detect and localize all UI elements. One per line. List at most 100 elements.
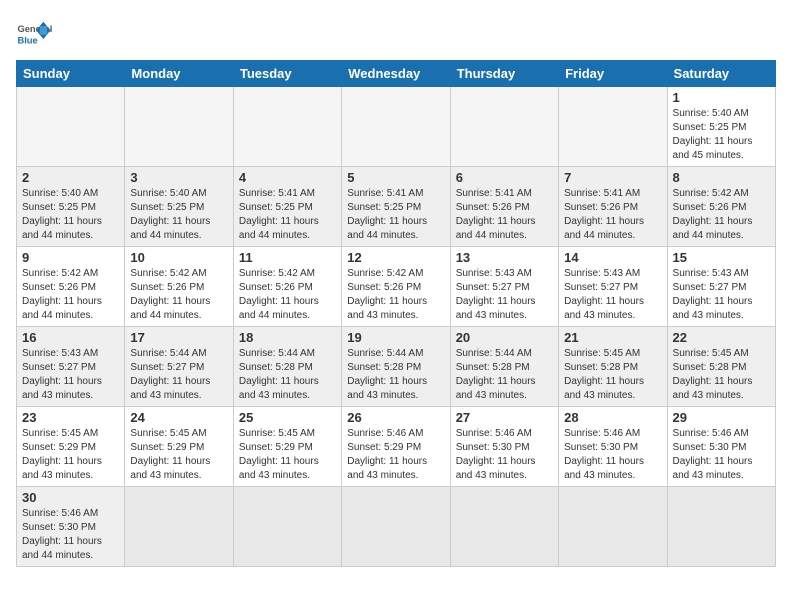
day-number: 11 (239, 250, 336, 265)
day-header-friday: Friday (559, 61, 667, 87)
day-number: 8 (673, 170, 770, 185)
calendar-cell (342, 487, 450, 567)
calendar-cell (233, 487, 341, 567)
calendar-header-row: SundayMondayTuesdayWednesdayThursdayFrid… (17, 61, 776, 87)
day-number: 9 (22, 250, 119, 265)
calendar-cell: 17 Sunrise: 5:44 AM Sunset: 5:27 PM Dayli… (125, 327, 233, 407)
calendar-week-row: 2 Sunrise: 5:40 AM Sunset: 5:25 PM Daylig… (17, 167, 776, 247)
day-info: Sunrise: 5:43 AM Sunset: 5:27 PM Dayligh… (564, 267, 661, 323)
calendar-cell (342, 87, 450, 167)
day-info: Sunrise: 5:45 AM Sunset: 5:29 PM Dayligh… (22, 427, 119, 483)
calendar-cell: 23 Sunrise: 5:45 AM Sunset: 5:29 PM Dayli… (17, 407, 125, 487)
day-info: Sunrise: 5:43 AM Sunset: 5:27 PM Dayligh… (673, 267, 770, 323)
day-info: Sunrise: 5:46 AM Sunset: 5:30 PM Dayligh… (22, 507, 119, 563)
day-info: Sunrise: 5:40 AM Sunset: 5:25 PM Dayligh… (130, 187, 227, 243)
day-number: 29 (673, 410, 770, 425)
day-number: 16 (22, 330, 119, 345)
day-info: Sunrise: 5:41 AM Sunset: 5:26 PM Dayligh… (456, 187, 553, 243)
calendar-cell (450, 487, 558, 567)
calendar-cell: 30 Sunrise: 5:46 AM Sunset: 5:30 PM Dayli… (17, 487, 125, 567)
day-number: 20 (456, 330, 553, 345)
calendar-cell (667, 487, 775, 567)
page-header: General Blue (16, 16, 776, 52)
calendar-cell: 26Sunrise: 5:46 AM Sunset: 5:29 PM Dayli… (342, 407, 450, 487)
day-number: 15 (673, 250, 770, 265)
calendar-cell: 10 Sunrise: 5:42 AM Sunset: 5:26 PM Dayli… (125, 247, 233, 327)
day-info: Sunrise: 5:40 AM Sunset: 5:25 PM Dayligh… (673, 107, 770, 163)
day-info: Sunrise: 5:42 AM Sunset: 5:26 PM Dayligh… (347, 267, 444, 323)
calendar-cell: 20Sunrise: 5:44 AM Sunset: 5:28 PM Dayli… (450, 327, 558, 407)
day-number: 25 (239, 410, 336, 425)
day-info: Sunrise: 5:44 AM Sunset: 5:27 PM Dayligh… (130, 347, 227, 403)
day-header-thursday: Thursday (450, 61, 558, 87)
calendar-cell: 24 Sunrise: 5:45 AM Sunset: 5:29 PM Dayli… (125, 407, 233, 487)
day-number: 1 (673, 90, 770, 105)
day-info: Sunrise: 5:42 AM Sunset: 5:26 PM Dayligh… (130, 267, 227, 323)
calendar-cell: 29 Sunrise: 5:46 AM Sunset: 5:30 PM Dayli… (667, 407, 775, 487)
calendar-cell: 28Sunrise: 5:46 AM Sunset: 5:30 PM Dayli… (559, 407, 667, 487)
day-header-monday: Monday (125, 61, 233, 87)
svg-text:Blue: Blue (17, 35, 37, 45)
calendar-cell (559, 87, 667, 167)
day-number: 18 (239, 330, 336, 345)
calendar-cell (17, 87, 125, 167)
calendar-cell (125, 87, 233, 167)
day-number: 5 (347, 170, 444, 185)
day-number: 2 (22, 170, 119, 185)
calendar-week-row: 30 Sunrise: 5:46 AM Sunset: 5:30 PM Dayli… (17, 487, 776, 567)
day-info: Sunrise: 5:46 AM Sunset: 5:30 PM Dayligh… (456, 427, 553, 483)
day-number: 13 (456, 250, 553, 265)
calendar-cell: 5 Sunrise: 5:41 AM Sunset: 5:25 PM Daylig… (342, 167, 450, 247)
logo: General Blue (16, 16, 60, 52)
day-header-sunday: Sunday (17, 61, 125, 87)
calendar-cell (125, 487, 233, 567)
day-info: Sunrise: 5:44 AM Sunset: 5:28 PM Dayligh… (347, 347, 444, 403)
day-info: Sunrise: 5:43 AM Sunset: 5:27 PM Dayligh… (456, 267, 553, 323)
day-info: Sunrise: 5:41 AM Sunset: 5:25 PM Dayligh… (347, 187, 444, 243)
day-info: Sunrise: 5:42 AM Sunset: 5:26 PM Dayligh… (22, 267, 119, 323)
day-info: Sunrise: 5:44 AM Sunset: 5:28 PM Dayligh… (239, 347, 336, 403)
calendar-cell: 25Sunrise: 5:45 AM Sunset: 5:29 PM Dayli… (233, 407, 341, 487)
day-number: 30 (22, 490, 119, 505)
day-info: Sunrise: 5:45 AM Sunset: 5:28 PM Dayligh… (564, 347, 661, 403)
calendar-cell: 4Sunrise: 5:41 AM Sunset: 5:25 PM Daylig… (233, 167, 341, 247)
day-info: Sunrise: 5:46 AM Sunset: 5:30 PM Dayligh… (564, 427, 661, 483)
day-number: 14 (564, 250, 661, 265)
calendar-cell: 18 Sunrise: 5:44 AM Sunset: 5:28 PM Dayli… (233, 327, 341, 407)
day-info: Sunrise: 5:40 AM Sunset: 5:25 PM Dayligh… (22, 187, 119, 243)
day-number: 17 (130, 330, 227, 345)
calendar-cell: 11 Sunrise: 5:42 AM Sunset: 5:26 PM Dayli… (233, 247, 341, 327)
calendar-cell (450, 87, 558, 167)
day-number: 3 (130, 170, 227, 185)
day-number: 6 (456, 170, 553, 185)
calendar-table: SundayMondayTuesdayWednesdayThursdayFrid… (16, 60, 776, 567)
day-number: 21 (564, 330, 661, 345)
day-info: Sunrise: 5:46 AM Sunset: 5:30 PM Dayligh… (673, 427, 770, 483)
day-header-saturday: Saturday (667, 61, 775, 87)
day-header-tuesday: Tuesday (233, 61, 341, 87)
calendar-cell: 3 Sunrise: 5:40 AM Sunset: 5:25 PM Daylig… (125, 167, 233, 247)
calendar-week-row: 16 Sunrise: 5:43 AM Sunset: 5:27 PM Dayli… (17, 327, 776, 407)
calendar-cell: 22Sunrise: 5:45 AM Sunset: 5:28 PM Dayli… (667, 327, 775, 407)
day-number: 27 (456, 410, 553, 425)
calendar-cell (559, 487, 667, 567)
calendar-week-row: 9 Sunrise: 5:42 AM Sunset: 5:26 PM Daylig… (17, 247, 776, 327)
day-info: Sunrise: 5:43 AM Sunset: 5:27 PM Dayligh… (22, 347, 119, 403)
day-header-wednesday: Wednesday (342, 61, 450, 87)
day-number: 23 (22, 410, 119, 425)
calendar-cell: 15 Sunrise: 5:43 AM Sunset: 5:27 PM Dayli… (667, 247, 775, 327)
calendar-cell: 1 Sunrise: 5:40 AM Sunset: 5:25 PM Daylig… (667, 87, 775, 167)
day-info: Sunrise: 5:41 AM Sunset: 5:25 PM Dayligh… (239, 187, 336, 243)
day-number: 19 (347, 330, 444, 345)
day-number: 24 (130, 410, 227, 425)
calendar-cell: 16 Sunrise: 5:43 AM Sunset: 5:27 PM Dayli… (17, 327, 125, 407)
day-info: Sunrise: 5:42 AM Sunset: 5:26 PM Dayligh… (239, 267, 336, 323)
calendar-cell: 7Sunrise: 5:41 AM Sunset: 5:26 PM Daylig… (559, 167, 667, 247)
logo-icon: General Blue (16, 16, 52, 52)
calendar-cell: 27 Sunrise: 5:46 AM Sunset: 5:30 PM Dayli… (450, 407, 558, 487)
day-info: Sunrise: 5:46 AM Sunset: 5:29 PM Dayligh… (347, 427, 444, 483)
day-number: 10 (130, 250, 227, 265)
calendar-cell: 6 Sunrise: 5:41 AM Sunset: 5:26 PM Daylig… (450, 167, 558, 247)
day-info: Sunrise: 5:45 AM Sunset: 5:29 PM Dayligh… (130, 427, 227, 483)
day-info: Sunrise: 5:42 AM Sunset: 5:26 PM Dayligh… (673, 187, 770, 243)
